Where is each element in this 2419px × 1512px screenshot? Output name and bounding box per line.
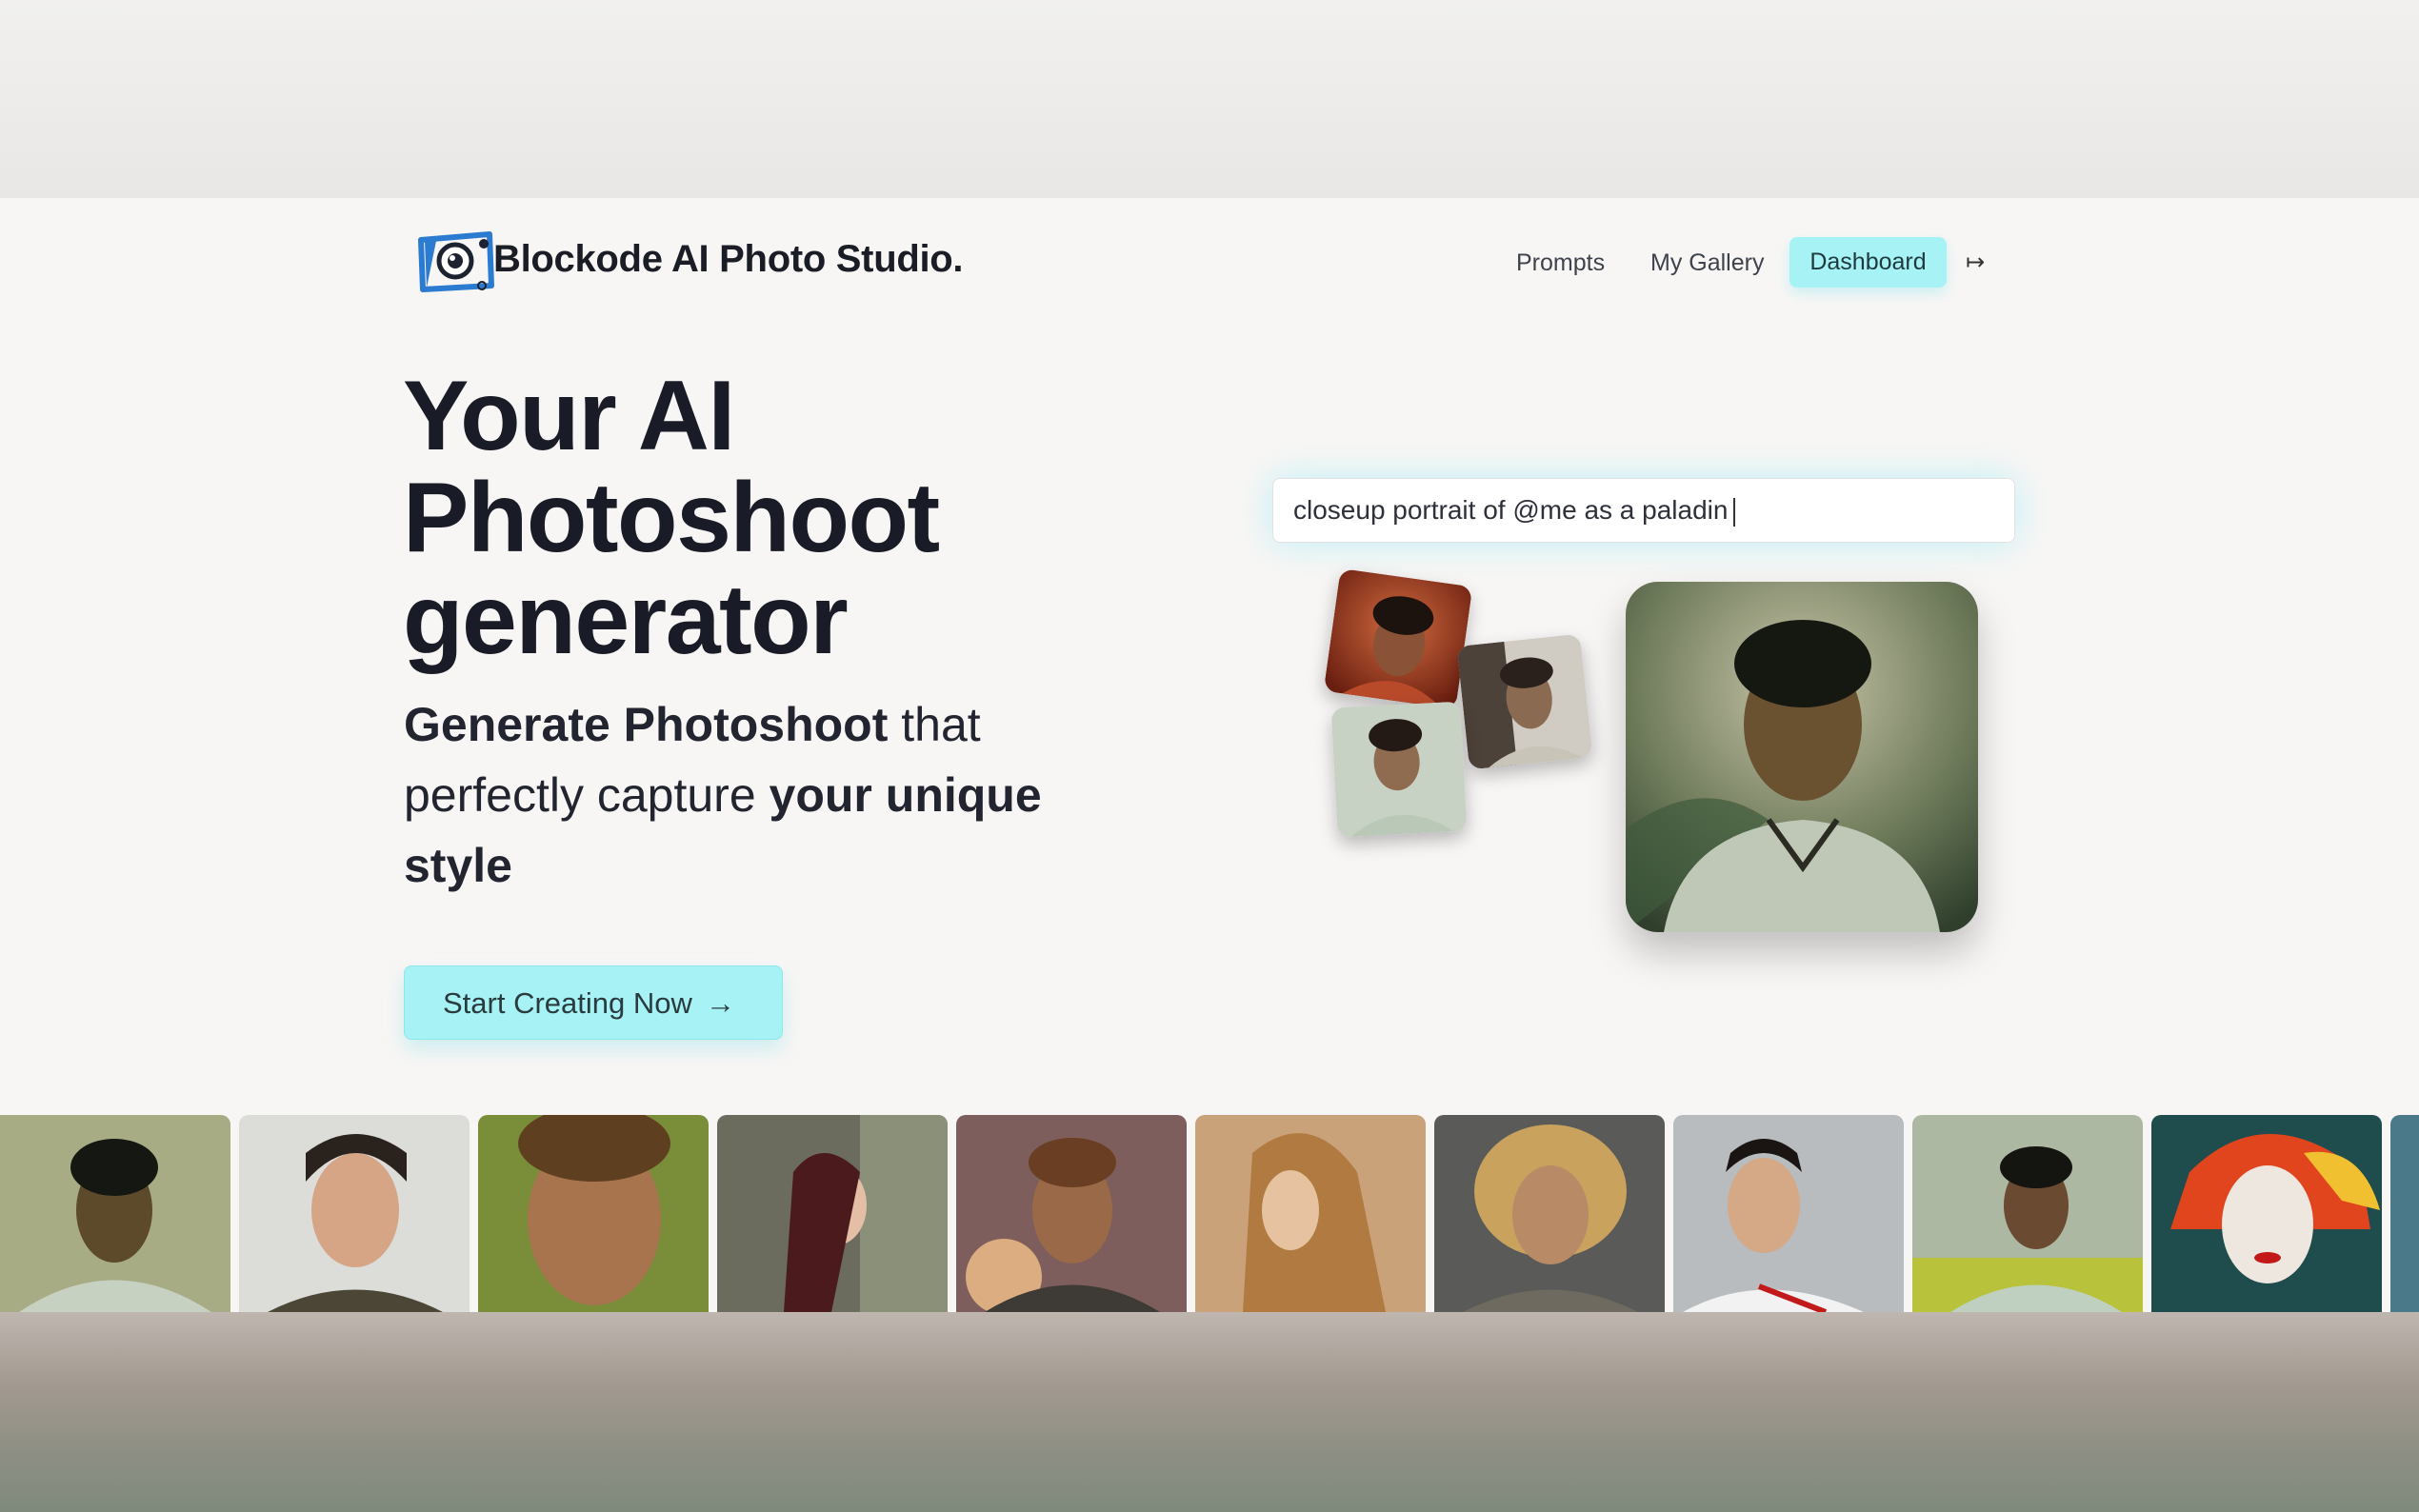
hero-title: Your AI Photoshoot generator [403, 366, 1165, 671]
gallery-item[interactable] [956, 1115, 1187, 1312]
hero-subtitle: Generate Photoshoot that perfectly captu… [404, 689, 1128, 901]
hero-title-line-1: Your AI [403, 361, 735, 471]
logo-icon[interactable] [415, 230, 495, 293]
gallery-item[interactable] [478, 1115, 709, 1312]
portrait-gallery-strip [0, 1115, 2419, 1312]
gallery-item[interactable] [1912, 1115, 2143, 1312]
hero-sub-plain-2: perfectly capture [404, 768, 770, 822]
brand-name[interactable]: Blockode AI Photo Studio. [493, 238, 964, 281]
arrow-right-icon: → [705, 986, 735, 1020]
gallery-item[interactable] [0, 1115, 230, 1312]
hero-title-line-2: Photoshoot [403, 463, 940, 573]
backdrop-top [0, 0, 2419, 198]
start-creating-button[interactable]: Start Creating Now → [404, 965, 783, 1040]
nav-prompts[interactable]: Prompts [1516, 238, 1605, 288]
logout-icon[interactable]: ↦ [1966, 246, 1990, 280]
input-photo-2 [1456, 633, 1593, 770]
hero-sub-bold-1: Generate Photoshoot [404, 698, 889, 751]
nav-my-gallery[interactable]: My Gallery [1650, 238, 1764, 288]
start-creating-label: Start Creating Now [443, 986, 692, 1020]
gallery-item[interactable] [2390, 1115, 2419, 1312]
gallery-item[interactable] [1673, 1115, 1904, 1312]
gallery-item[interactable] [1195, 1115, 1426, 1312]
prompt-input[interactable]: closeup portrait of @me as a paladin [1272, 478, 2015, 543]
generated-portrait [1626, 582, 1978, 932]
prompt-text: closeup portrait of @me as a paladin [1293, 495, 1729, 525]
input-photo-3 [1330, 701, 1468, 838]
gallery-item[interactable] [717, 1115, 948, 1312]
text-caret [1733, 497, 1736, 527]
nav-dashboard[interactable]: Dashboard [1789, 237, 1947, 288]
hero-sub-plain-1: that [888, 698, 981, 751]
hero-sub-bold-3: style [404, 839, 512, 892]
gallery-item[interactable] [239, 1115, 470, 1312]
hero-title-line-3: generator [403, 565, 849, 675]
gallery-item[interactable] [2151, 1115, 2382, 1312]
backdrop-bottom [0, 1312, 2419, 1512]
hero-sub-bold-2: your unique [769, 768, 1042, 822]
input-photo-1 [1323, 567, 1473, 710]
gallery-item[interactable] [1434, 1115, 1665, 1312]
